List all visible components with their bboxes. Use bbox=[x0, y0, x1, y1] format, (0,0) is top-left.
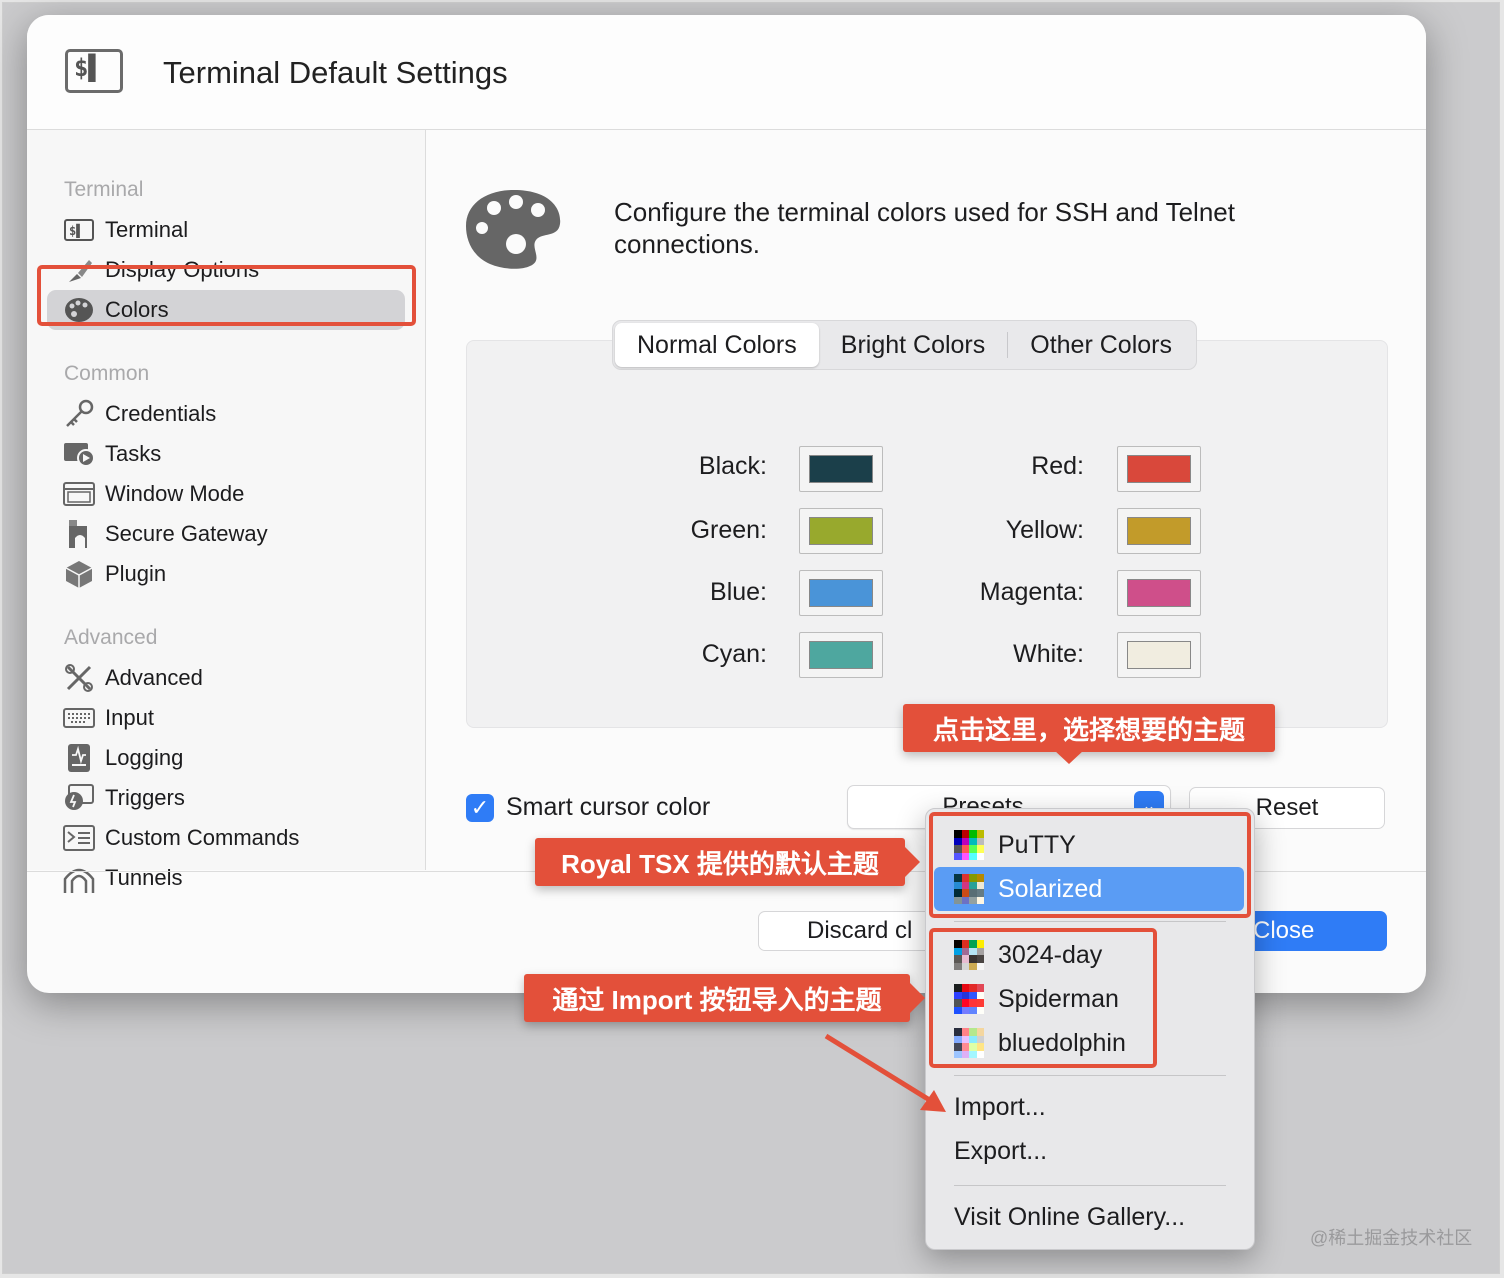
annotation-builtin-hint: Royal TSX 提供的默认主题 bbox=[535, 838, 905, 886]
color-label-white: White: bbox=[1013, 640, 1084, 668]
plugin-icon bbox=[63, 560, 95, 588]
sidebar-item-label: Input bbox=[105, 705, 154, 730]
color-well-yellow[interactable] bbox=[1117, 508, 1201, 554]
callout-pointer bbox=[1054, 750, 1084, 764]
menu-separator bbox=[954, 1185, 1226, 1186]
terminal-dollar-icon: $▌ bbox=[65, 49, 123, 93]
menu-item-import[interactable]: Import... bbox=[954, 1093, 1046, 1122]
command-icon bbox=[63, 824, 95, 852]
swatch-white bbox=[1127, 641, 1191, 669]
color-label-red: Red: bbox=[1031, 452, 1084, 480]
color-well-magenta[interactable] bbox=[1117, 570, 1201, 616]
sidebar-item-terminal[interactable]: $▌ Terminal bbox=[47, 210, 405, 250]
swatch-magenta bbox=[1127, 579, 1191, 607]
swatch-cyan bbox=[809, 641, 873, 669]
sidebar-item-logging[interactable]: Logging bbox=[47, 738, 405, 778]
sidebar-item-label: Tasks bbox=[105, 441, 162, 466]
annotation-box-colors bbox=[37, 265, 416, 326]
sidebar-item-advanced[interactable]: Advanced bbox=[47, 658, 405, 698]
color-well-green[interactable] bbox=[799, 508, 883, 554]
color-well-cyan[interactable] bbox=[799, 632, 883, 678]
tab-normal-colors[interactable]: Normal Colors bbox=[615, 323, 819, 367]
annotation-presets-hint: 点击这里，选择想要的主题 bbox=[903, 704, 1275, 752]
key-icon bbox=[63, 399, 95, 428]
sidebar-item-window-mode[interactable]: Window Mode bbox=[47, 474, 405, 514]
color-well-blue[interactable] bbox=[799, 570, 883, 616]
gateway-icon bbox=[63, 520, 95, 548]
swatch-black bbox=[809, 455, 873, 483]
tasks-icon bbox=[63, 440, 95, 468]
sidebar-item-label: Logging bbox=[105, 745, 184, 770]
sidebar-item-label: Secure Gateway bbox=[105, 521, 268, 546]
swatch-red bbox=[1127, 455, 1191, 483]
swatch-blue bbox=[809, 579, 873, 607]
dialog-header: $▌ Terminal Default Settings bbox=[27, 15, 1426, 130]
annotation-box-builtin-themes bbox=[929, 812, 1251, 918]
color-label-cyan: Cyan: bbox=[701, 640, 767, 668]
callout-pointer bbox=[904, 846, 920, 878]
window-icon bbox=[63, 480, 95, 508]
menu-separator bbox=[954, 1075, 1226, 1076]
sidebar-item-label: Window Mode bbox=[105, 481, 245, 506]
menu-separator bbox=[954, 921, 1226, 922]
svg-text:$▌: $▌ bbox=[69, 223, 83, 238]
trigger-icon bbox=[63, 784, 95, 812]
menu-item-export[interactable]: Export... bbox=[954, 1137, 1047, 1166]
color-label-black: Black: bbox=[698, 452, 767, 480]
color-tabs: Normal Colors Bright Colors Other Colors bbox=[612, 320, 1197, 370]
sidebar-item-triggers[interactable]: Triggers bbox=[47, 778, 405, 818]
smart-cursor-label: Smart cursor color bbox=[506, 793, 711, 821]
sidebar-item-custom-commands[interactable]: Custom Commands bbox=[47, 818, 405, 858]
smart-cursor-checkbox[interactable]: ✓ bbox=[466, 794, 494, 822]
color-label-magenta: Magenta: bbox=[979, 578, 1084, 606]
color-well-red[interactable] bbox=[1117, 446, 1201, 492]
sidebar-item-label: Credentials bbox=[105, 401, 217, 426]
sidebar-heading-advanced: Advanced bbox=[64, 626, 158, 649]
sidebar-item-label: Custom Commands bbox=[105, 825, 300, 850]
keyboard-icon bbox=[63, 704, 95, 732]
dialog-title: Terminal Default Settings bbox=[163, 55, 508, 90]
sidebar-item-secure-gateway[interactable]: Secure Gateway bbox=[47, 514, 405, 554]
colors-description: Configure the terminal colors used for S… bbox=[614, 197, 1235, 259]
swatch-green bbox=[809, 517, 873, 545]
sidebar-item-label: Plugin bbox=[105, 561, 167, 586]
sidebar-item-label: Terminal bbox=[105, 217, 189, 242]
color-well-black[interactable] bbox=[799, 446, 883, 492]
tab-bright-colors[interactable]: Bright Colors bbox=[819, 323, 1008, 367]
sidebar-heading-terminal: Terminal bbox=[64, 178, 144, 201]
watermark: @稀土掘金技术社区 bbox=[1310, 1228, 1473, 1248]
sidebar-item-label: Triggers bbox=[105, 785, 185, 810]
sidebar-item-label: Tunnels bbox=[105, 865, 183, 890]
color-label-green: Green: bbox=[690, 516, 767, 544]
palette-icon bbox=[466, 190, 561, 269]
sidebar-item-tunnels[interactable]: Tunnels bbox=[47, 858, 405, 898]
sidebar-item-label: Advanced bbox=[105, 665, 203, 690]
sidebar-item-input[interactable]: Input bbox=[47, 698, 405, 738]
tools-icon bbox=[63, 664, 95, 692]
color-label-yellow: Yellow: bbox=[1005, 516, 1084, 544]
arrow-to-import-icon bbox=[824, 1033, 946, 1112]
tab-other-colors[interactable]: Other Colors bbox=[1008, 323, 1194, 367]
menu-item-visit-gallery[interactable]: Visit Online Gallery... bbox=[954, 1203, 1185, 1232]
sidebar-heading-common: Common bbox=[64, 362, 150, 385]
colors-content: Configure the terminal colors used for S… bbox=[426, 130, 1426, 870]
callout-pointer bbox=[909, 982, 925, 1014]
swatch-yellow bbox=[1127, 517, 1191, 545]
annotation-box-imported-themes bbox=[929, 928, 1157, 1068]
terminal-icon: $▌ bbox=[63, 216, 95, 244]
sidebar-item-credentials[interactable]: Credentials bbox=[47, 394, 405, 434]
log-icon bbox=[63, 744, 95, 772]
sidebar-item-tasks[interactable]: Tasks bbox=[47, 434, 405, 474]
color-well-white[interactable] bbox=[1117, 632, 1201, 678]
sidebar-item-plugin[interactable]: Plugin bbox=[47, 554, 405, 594]
sidebar: Terminal $▌ Terminal Display Options Col… bbox=[27, 130, 426, 893]
annotation-import-hint: 通过 Import 按钮导入的主题 bbox=[524, 974, 910, 1022]
tunnel-icon bbox=[63, 864, 95, 893]
color-label-blue: Blue: bbox=[710, 578, 767, 606]
